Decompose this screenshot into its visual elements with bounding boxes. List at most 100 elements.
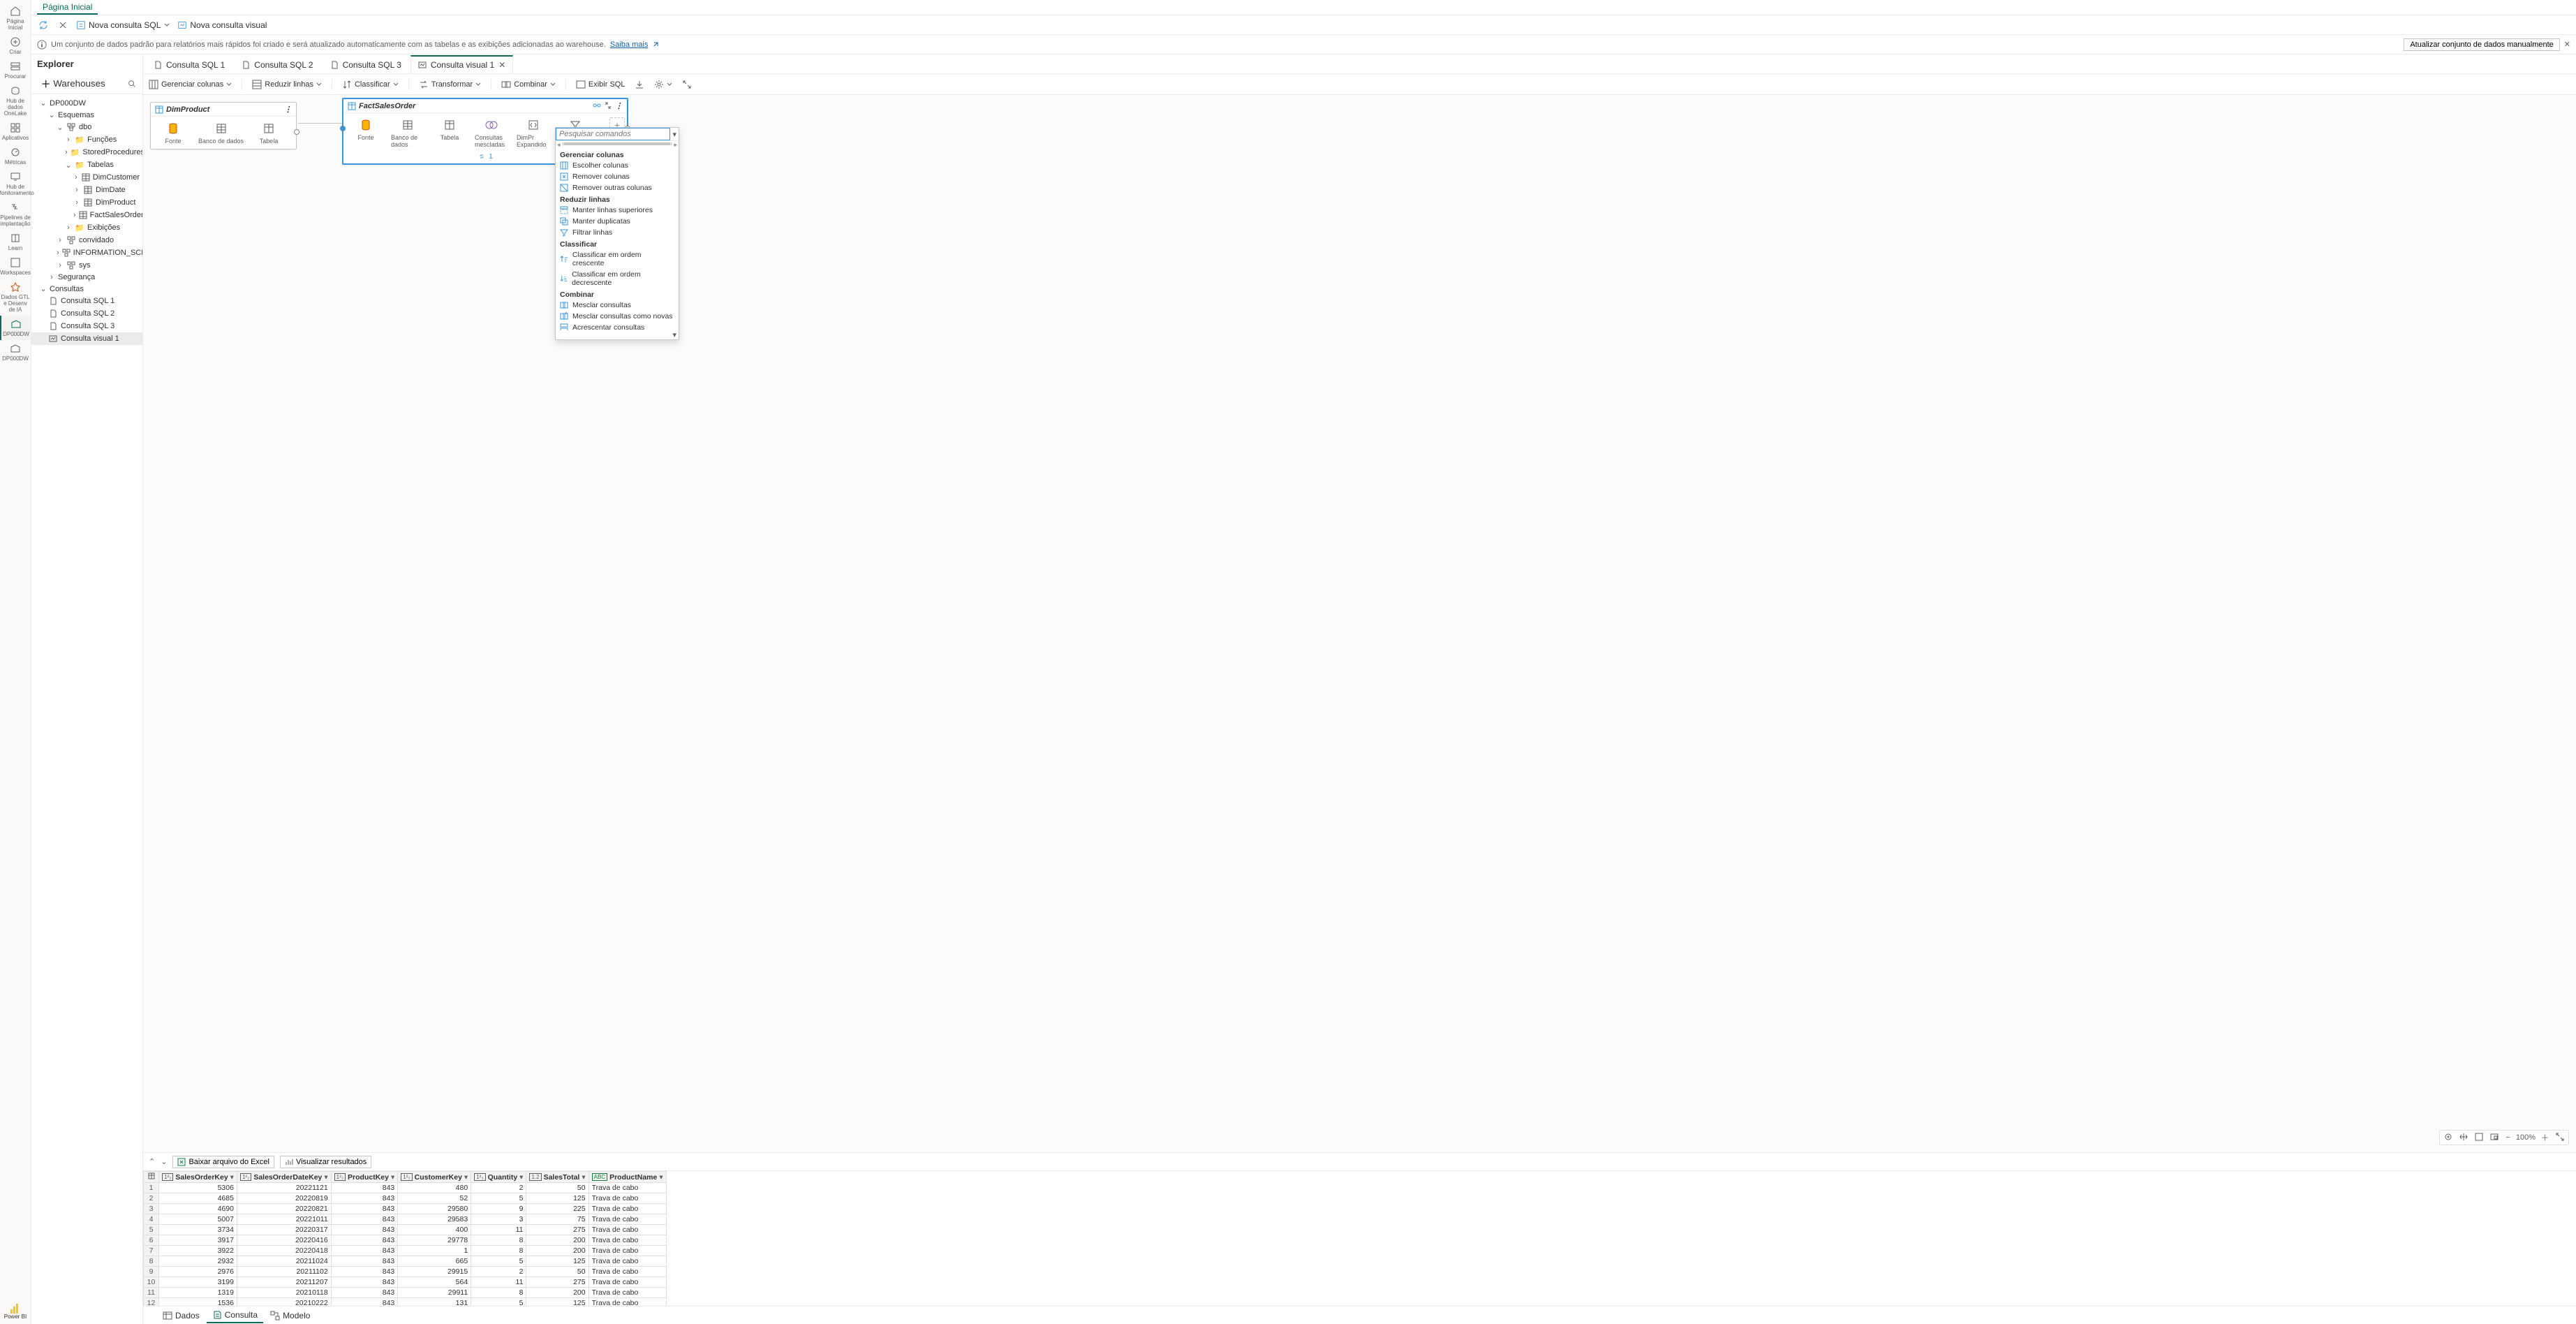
collapse-results[interactable]: ⌃ (149, 1157, 155, 1166)
cell[interactable]: 5 (471, 1256, 526, 1267)
cmd-append-queries[interactable]: Acrescentar consultas (556, 322, 679, 330)
column-header[interactable]: 1²₃ CustomerKey▾ (398, 1172, 471, 1183)
table-row[interactable]: 2468520220819843525125Trava de cabo (144, 1193, 667, 1204)
new-visual-query-button[interactable]: Nova consulta visual (177, 20, 267, 30)
cell[interactable]: 843 (331, 1214, 398, 1225)
cmd-remove-other-columns[interactable]: Remover outras colunas (556, 182, 679, 193)
cell[interactable]: 4685 (159, 1193, 237, 1204)
cell[interactable]: 8 (471, 1235, 526, 1246)
table-row[interactable]: 121536202102228431315125Trava de cabo (144, 1298, 667, 1307)
column-header[interactable]: 1²₃ ProductKey▾ (331, 1172, 398, 1183)
cell[interactable]: Trava de cabo (589, 1214, 666, 1225)
cell[interactable]: 843 (331, 1298, 398, 1307)
cmd-merge-queries[interactable]: Mesclar consultas (556, 300, 679, 311)
tree-table-item[interactable]: ›DimProduct (31, 196, 142, 209)
zoom-minimap[interactable] (2489, 1133, 2500, 1143)
cell[interactable]: 52 (398, 1193, 471, 1204)
relation-icon[interactable] (593, 101, 601, 110)
cell[interactable]: 843 (331, 1267, 398, 1277)
cell[interactable]: 3199 (159, 1277, 237, 1288)
cell[interactable]: 1536 (159, 1298, 237, 1307)
cell[interactable]: Trava de cabo (589, 1256, 666, 1267)
node-more-button[interactable]: ⋮ (284, 105, 292, 114)
cell[interactable]: 20221011 (237, 1214, 331, 1225)
cell[interactable]: 125 (526, 1193, 589, 1204)
results-grid[interactable]: 1²₃ SalesOrderKey▾1²₃ SalesOrderDateKey▾… (143, 1171, 667, 1306)
cell[interactable]: 843 (331, 1288, 398, 1298)
transform-button[interactable]: Transformar (419, 80, 482, 89)
cell[interactable]: 843 (331, 1277, 398, 1288)
cell[interactable]: 2932 (159, 1256, 237, 1267)
view-sql-button[interactable]: Exibir SQL (576, 80, 626, 89)
cell[interactable]: 4690 (159, 1204, 237, 1214)
rail-home[interactable]: Página Inicial (0, 3, 31, 34)
cell[interactable]: 5007 (159, 1214, 237, 1225)
collapse-icon[interactable] (604, 101, 612, 110)
editor-tab-active[interactable]: Consulta visual 1 ✕ (410, 55, 513, 73)
learn-more-link[interactable]: Saiba mais (610, 41, 648, 49)
tree-query-item[interactable]: Consulta SQL 1 (31, 295, 142, 307)
cell[interactable]: 29580 (398, 1204, 471, 1214)
cell[interactable]: 200 (526, 1235, 589, 1246)
rail-warehouse-1[interactable]: DP000DW (0, 316, 31, 340)
cell[interactable]: 665 (398, 1256, 471, 1267)
cell[interactable]: Trava de cabo (589, 1288, 666, 1298)
editor-tab[interactable]: Consulta SQL 3 (323, 55, 409, 73)
column-header[interactable]: 1.2 SalesTotal▾ (526, 1172, 589, 1183)
zoom-out[interactable]: − (2504, 1133, 2511, 1142)
editor-tab[interactable]: Consulta SQL 1 (146, 55, 232, 73)
cell[interactable]: Trava de cabo (589, 1235, 666, 1246)
scroll-left[interactable]: ◂ (557, 141, 561, 149)
diagram-step[interactable]: Banco de dados (198, 121, 244, 145)
cell[interactable]: 20210118 (237, 1288, 331, 1298)
cell[interactable]: 2 (471, 1267, 526, 1277)
dismiss-notice-button[interactable]: ✕ (2564, 40, 2570, 49)
cell[interactable]: 131 (398, 1298, 471, 1307)
diagram-step[interactable]: Tabela (252, 121, 286, 145)
cell[interactable]: Trava de cabo (589, 1277, 666, 1288)
cell[interactable]: Trava de cabo (589, 1225, 666, 1235)
settings-button[interactable] (654, 80, 672, 89)
table-row[interactable]: 537342022031784340011275Trava de cabo (144, 1225, 667, 1235)
cell[interactable]: 843 (331, 1235, 398, 1246)
cell[interactable]: 20211207 (237, 1277, 331, 1288)
cell[interactable]: 5 (471, 1298, 526, 1307)
tree-table-item[interactable]: ›FactSalesOrder (31, 209, 142, 221)
rail-metrics[interactable]: Métricas (0, 144, 31, 168)
table-row[interactable]: 11131920210118843299118200Trava de cabo (144, 1288, 667, 1298)
tree-query-item-active[interactable]: Consulta visual 1 (31, 332, 142, 345)
rail-learn[interactable]: Learn (0, 230, 31, 254)
cell[interactable]: 8 (471, 1288, 526, 1298)
combine-button[interactable]: Combinar (501, 80, 556, 89)
table-row[interactable]: 3469020220821843295809225Trava de cabo (144, 1204, 667, 1214)
cell[interactable]: 125 (526, 1298, 589, 1307)
table-row[interactable]: 739222022041884318200Trava de cabo (144, 1246, 667, 1256)
table-row[interactable]: 1031992021120784356411275Trava de cabo (144, 1277, 667, 1288)
fullscreen-button[interactable] (682, 80, 692, 89)
manage-columns-button[interactable]: Gerenciar colunas (149, 80, 232, 89)
cell[interactable]: 843 (331, 1225, 398, 1235)
cmd-choose-columns[interactable]: Escolher colunas (556, 160, 679, 171)
zoom-reset[interactable] (2443, 1133, 2454, 1143)
cell[interactable]: 275 (526, 1277, 589, 1288)
new-sql-query-button[interactable]: Nova consulta SQL (76, 20, 170, 30)
zoom-pan[interactable] (2458, 1133, 2469, 1143)
diagram-step[interactable]: Fonte (156, 121, 190, 145)
cell[interactable]: 564 (398, 1277, 471, 1288)
cell[interactable]: 843 (331, 1193, 398, 1204)
cell[interactable]: 125 (526, 1256, 589, 1267)
tree-functions[interactable]: ›📁Funções (31, 133, 142, 146)
tree-query-item[interactable]: Consulta SQL 3 (31, 320, 142, 332)
cmd-remove-columns[interactable]: Remover colunas (556, 171, 679, 182)
cell[interactable]: 400 (398, 1225, 471, 1235)
table-row[interactable]: 82932202110248436655125Trava de cabo (144, 1256, 667, 1267)
rail-warehouse-2[interactable]: DP000DW (0, 340, 31, 365)
cell[interactable]: 20220418 (237, 1246, 331, 1256)
cell[interactable]: 1 (398, 1246, 471, 1256)
cell[interactable]: 200 (526, 1246, 589, 1256)
cmd-sort-desc[interactable]: Classificar em ordem decrescente (556, 269, 679, 288)
command-dropdown-toggle[interactable]: ▾ (670, 130, 679, 139)
cell[interactable]: 20211024 (237, 1256, 331, 1267)
tree-dbo[interactable]: ⌄ dbo (31, 121, 142, 133)
reduce-rows-button[interactable]: Reduzir linhas (252, 80, 322, 89)
